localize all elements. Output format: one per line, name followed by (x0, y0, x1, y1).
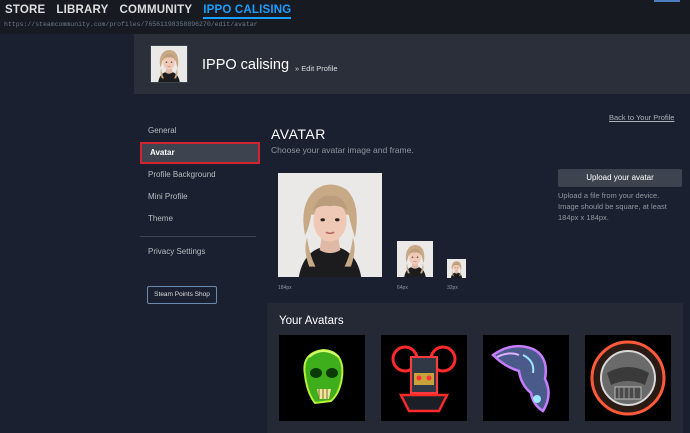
avatar-section-subtitle: Choose your avatar image and frame. (271, 145, 414, 155)
sidebar-item-avatar[interactable]: Avatar (140, 142, 260, 164)
sidebar-item-profile-background[interactable]: Profile Background (140, 164, 260, 186)
edit-profile-breadcrumb: » Edit Profile (295, 64, 338, 73)
sidebar-item-theme[interactable]: Theme (140, 208, 260, 230)
avatar-preview-medium (397, 241, 433, 277)
sidebar-item-mini-profile[interactable]: Mini Profile (140, 186, 260, 208)
nav-store[interactable]: STORE (5, 4, 45, 19)
sidebar-divider (140, 236, 256, 237)
nav-library[interactable]: LIBRARY (56, 4, 108, 19)
nav-community[interactable]: COMMUNITY (120, 4, 193, 19)
top-navigation-bar: STORE LIBRARY COMMUNITY IPPO CALISING (0, 0, 690, 20)
edit-profile-sidebar: General Avatar Profile Background Mini P… (140, 120, 260, 263)
upload-hint-text: Upload a file from your device. Image sh… (558, 191, 667, 222)
steam-points-shop-button[interactable]: Steam Points Shop (147, 286, 217, 304)
profile-username[interactable]: IPPO calising (202, 57, 289, 73)
nav-profile[interactable]: IPPO CALISING (203, 4, 292, 19)
url-bar: https://steamcommunity.com/profiles/7656… (0, 20, 690, 34)
sidebar-item-privacy-settings[interactable]: Privacy Settings (140, 241, 260, 263)
size-label-large: 184px (278, 285, 292, 291)
avatar-preview-large (278, 173, 382, 277)
size-label-small: 32px (447, 285, 458, 291)
avatar-preview-small (447, 259, 466, 278)
left-gutter (0, 34, 134, 433)
back-to-profile-link[interactable]: Back to Your Profile (609, 113, 674, 122)
purple-horn-creature-avatar[interactable] (483, 335, 569, 421)
red-ring-armor-avatar[interactable] (585, 335, 671, 421)
profile-header: IPPO calising » Edit Profile (134, 34, 690, 94)
your-avatars-title: Your Avatars (279, 315, 344, 327)
url-text: https://steamcommunity.com/profiles/7656… (4, 21, 258, 28)
main-nav: STORE LIBRARY COMMUNITY IPPO CALISING (5, 4, 292, 19)
green-skull-avatar[interactable] (279, 335, 365, 421)
upload-avatar-button[interactable]: Upload your avatar (558, 169, 682, 187)
red-neon-robot-avatar[interactable] (381, 335, 467, 421)
size-label-medium: 64px (397, 285, 408, 291)
sidebar-item-general[interactable]: General (140, 120, 260, 142)
corner-button[interactable] (654, 0, 680, 2)
avatar-section-title: AVATAR (271, 126, 326, 142)
header-avatar[interactable] (150, 45, 188, 83)
